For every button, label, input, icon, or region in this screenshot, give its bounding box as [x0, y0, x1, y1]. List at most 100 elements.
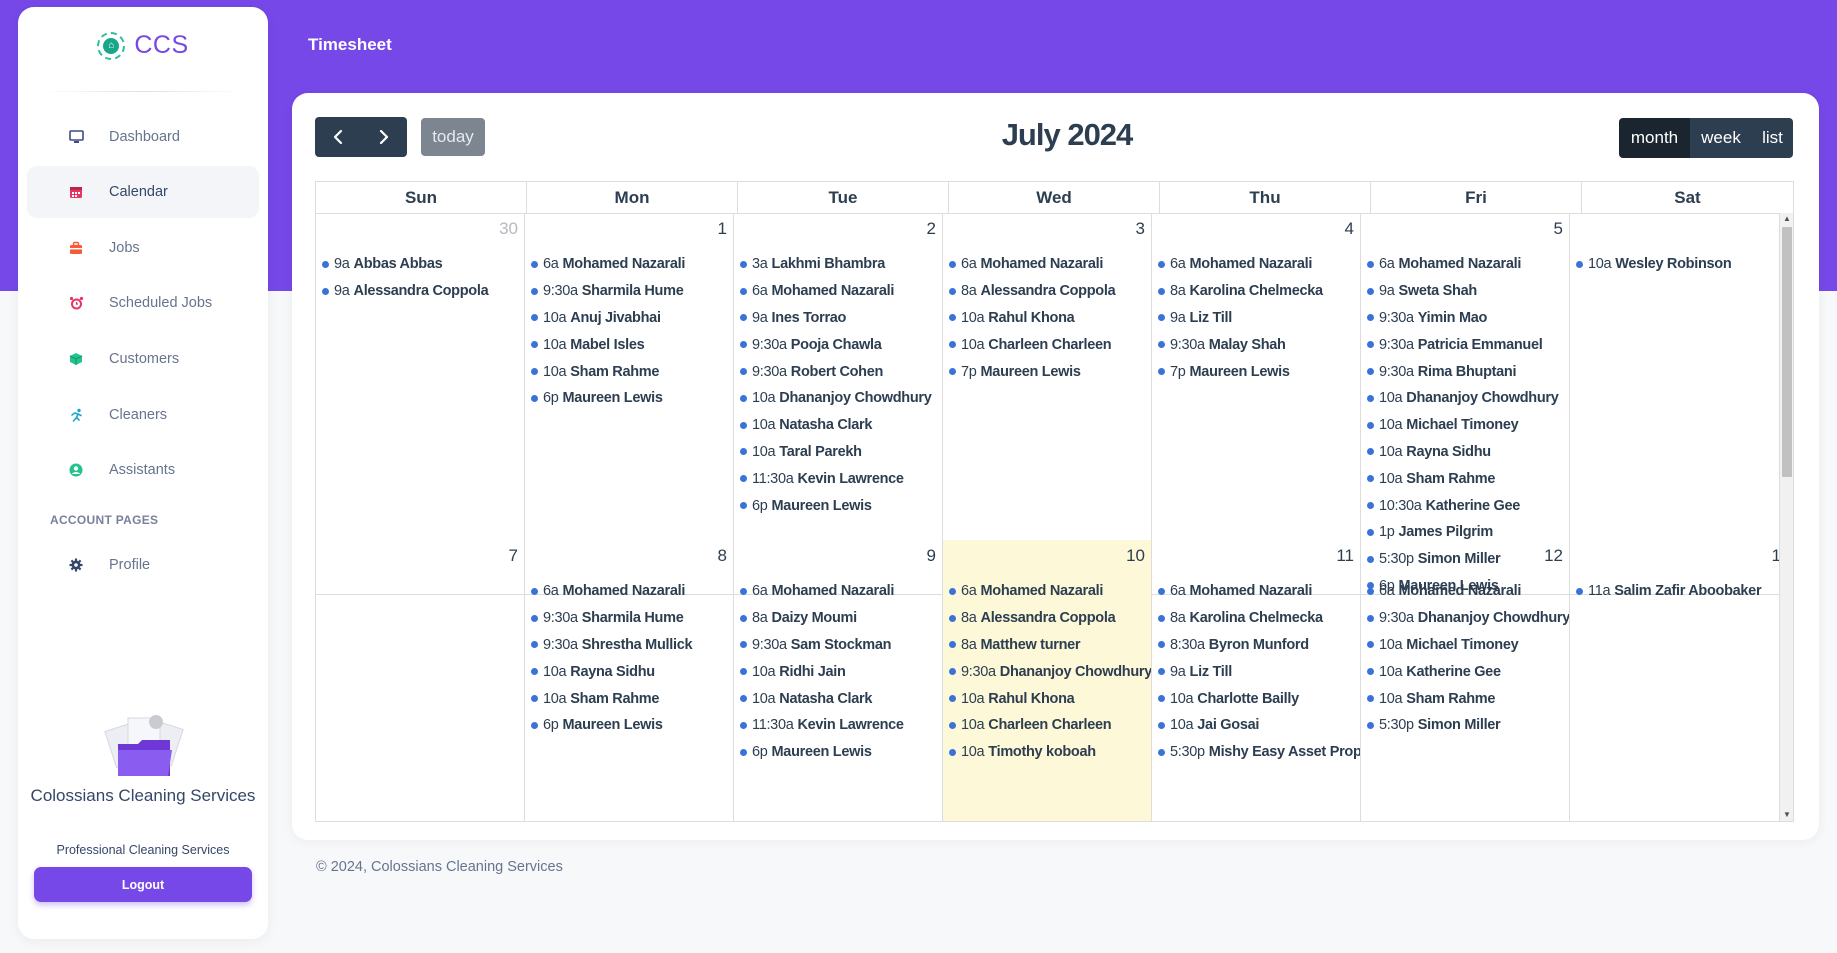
- sidebar-item-dashboard[interactable]: Dashboard: [27, 111, 259, 163]
- day-number[interactable]: 10: [1126, 546, 1145, 566]
- calendar-day-cell[interactable]: 12 6a Mohamed Nazarali 9:30a Dhananjoy Chowd…: [1361, 540, 1570, 821]
- calendar-day-cell[interactable]: 7: [316, 540, 525, 821]
- calendar-event[interactable]: 9:30a Sam Stockman: [740, 632, 942, 659]
- calendar-event[interactable]: 10a Mabel Isles: [531, 331, 733, 358]
- calendar-event[interactable]: 10a Charleen Charleen: [949, 331, 1151, 358]
- calendar-event[interactable]: 9:30a Patricia Emmanuel: [1367, 331, 1569, 358]
- calendar-event[interactable]: 10a Jai Gosai: [1158, 712, 1360, 739]
- calendar-event[interactable]: 10a Wesley Robinson: [1576, 251, 1779, 278]
- calendar-event[interactable]: 10a Natasha Clark: [740, 685, 942, 712]
- calendar-event[interactable]: 10a Dhananjoy Chowdhury: [1367, 385, 1569, 412]
- today-button[interactable]: today: [421, 118, 485, 156]
- calendar-event[interactable]: 10a Rahul Khona: [949, 305, 1151, 332]
- calendar-event[interactable]: 8a Alessandra Coppola: [949, 278, 1151, 305]
- calendar-event[interactable]: 10a Rayna Sidhu: [531, 658, 733, 685]
- calendar-event[interactable]: 10a Charlotte Bailly: [1158, 685, 1360, 712]
- calendar-event[interactable]: 9:30a Sharmila Hume: [531, 605, 733, 632]
- calendar-day-cell[interactable]: 9 6a Mohamed Nazarali 8a Daizy Moumi 9:30a Sam…: [734, 540, 943, 821]
- next-button[interactable]: [361, 117, 407, 157]
- sidebar-item-calendar[interactable]: Calendar: [27, 166, 259, 218]
- calendar-event[interactable]: 10a Sham Rahme: [1367, 685, 1569, 712]
- day-number[interactable]: 7: [509, 546, 518, 566]
- calendar-event[interactable]: 5:30p Simon Miller: [1367, 712, 1569, 739]
- calendar-event[interactable]: 9a Ines Torrao: [740, 305, 942, 332]
- sidebar-item-scheduled-jobs[interactable]: Scheduled Jobs: [27, 277, 259, 329]
- calendar-event[interactable]: 11a Salim Zafir Aboobaker: [1576, 578, 1779, 605]
- calendar-day-cell[interactable]: 8 6a Mohamed Nazarali 9:30a Sharmila Hume 9:3…: [525, 540, 734, 821]
- calendar-event[interactable]: 8:30a Byron Munford: [1158, 632, 1360, 659]
- view-week-button[interactable]: week: [1690, 118, 1752, 158]
- scrollbar-thumb[interactable]: [1782, 227, 1792, 477]
- calendar-event[interactable]: 10a Natasha Clark: [740, 412, 942, 439]
- calendar-event[interactable]: 9a Sweta Shah: [1367, 278, 1569, 305]
- calendar-event[interactable]: 10a Anuj Jivabhai: [531, 305, 733, 332]
- calendar-event[interactable]: 10a Katherine Gee: [1367, 658, 1569, 685]
- day-number[interactable]: 4: [1345, 219, 1354, 239]
- calendar-event[interactable]: 9a Alessandra Coppola: [322, 278, 524, 305]
- calendar-event[interactable]: 9a Liz Till: [1158, 305, 1360, 332]
- calendar-event[interactable]: 9:30a Robert Cohen: [740, 358, 942, 385]
- calendar-event[interactable]: 8a Karolina Chelmecka: [1158, 278, 1360, 305]
- calendar-event[interactable]: 10a Sham Rahme: [1367, 465, 1569, 492]
- calendar-event[interactable]: 10a Michael Timoney: [1367, 632, 1569, 659]
- logout-button[interactable]: Logout: [34, 867, 252, 902]
- calendar-event[interactable]: 9:30a Pooja Chawla: [740, 331, 942, 358]
- calendar-event[interactable]: 9:30a Shrestha Mullick: [531, 632, 733, 659]
- calendar-day-cell[interactable]: 11 6a Mohamed Nazarali 8a Karolina Chelmecka…: [1152, 540, 1361, 821]
- calendar-event[interactable]: 6a Mohamed Nazarali: [949, 251, 1151, 278]
- calendar-event[interactable]: 6a Mohamed Nazarali: [1158, 251, 1360, 278]
- calendar-day-cell[interactable]: 5 6a Mohamed Nazarali 9a Sweta Shah 9:30a Yimi…: [1361, 213, 1570, 594]
- calendar-event[interactable]: 9:30a Dhananjoy Chowdhury: [949, 658, 1151, 685]
- calendar-event[interactable]: 6a Mohamed Nazarali: [531, 578, 733, 605]
- calendar-event[interactable]: 6a Mohamed Nazarali: [1367, 578, 1569, 605]
- calendar-event[interactable]: 6p Maureen Lewis: [531, 385, 733, 412]
- calendar-event[interactable]: 7p Maureen Lewis: [949, 358, 1151, 385]
- calendar-event[interactable]: 6p Maureen Lewis: [740, 739, 942, 766]
- calendar-event[interactable]: 10a Dhananjoy Chowdhury: [740, 385, 942, 412]
- calendar-event[interactable]: 6a Mohamed Nazarali: [740, 278, 942, 305]
- prev-button[interactable]: [315, 117, 361, 157]
- calendar-day-cell-today[interactable]: 10 6a Mohamed Nazarali 8a Alessandra Coppola…: [943, 540, 1152, 821]
- calendar-event[interactable]: 10a Charleen Charleen: [949, 712, 1151, 739]
- calendar-day-cell[interactable]: 4 6a Mohamed Nazarali 8a Karolina Chelmecka 9…: [1152, 213, 1361, 594]
- calendar-event[interactable]: 10a Rahul Khona: [949, 685, 1151, 712]
- calendar-event[interactable]: 6p Maureen Lewis: [531, 712, 733, 739]
- calendar-event[interactable]: 11:30a Kevin Lawrence: [740, 465, 942, 492]
- calendar-event[interactable]: 9:30a Yimin Mao: [1367, 305, 1569, 332]
- calendar-scrollbar[interactable]: ▲ ▼: [1779, 213, 1793, 821]
- calendar-event[interactable]: 6a Mohamed Nazarali: [740, 578, 942, 605]
- sidebar-item-profile[interactable]: Profile: [27, 539, 259, 591]
- calendar-event[interactable]: 9:30a Rima Bhuptani: [1367, 358, 1569, 385]
- calendar-day-cell[interactable]: 2 3a Lakhmi Bhambra 6a Mohamed Nazarali 9a Ine…: [734, 213, 943, 594]
- calendar-event[interactable]: 6a Mohamed Nazarali: [531, 251, 733, 278]
- calendar-day-cell[interactable]: 10a Wesley Robinson: [1570, 213, 1779, 594]
- calendar-event[interactable]: 8a Matthew turner: [949, 632, 1151, 659]
- sidebar-item-cleaners[interactable]: Cleaners: [27, 389, 259, 441]
- calendar-event[interactable]: 10:30a Katherine Gee: [1367, 492, 1569, 519]
- day-number[interactable]: 30: [499, 219, 518, 239]
- calendar-day-cell[interactable]: 1 6a Mohamed Nazarali 9:30a Sharmila Hume 10a…: [525, 213, 734, 594]
- calendar-event[interactable]: 8a Alessandra Coppola: [949, 605, 1151, 632]
- calendar-event[interactable]: 3a Lakhmi Bhambra: [740, 251, 942, 278]
- day-number[interactable]: 3: [1136, 219, 1145, 239]
- day-number[interactable]: 2: [927, 219, 936, 239]
- calendar-event[interactable]: 5:30p Mishy Easy Asset Proper: [1158, 739, 1360, 766]
- day-number[interactable]: 5: [1554, 219, 1563, 239]
- day-number[interactable]: 1: [1772, 546, 1779, 566]
- calendar-event[interactable]: 9:30a Malay Shah: [1158, 331, 1360, 358]
- calendar-day-cell[interactable]: 1 11aSalim Zafir Aboobaker: [1570, 540, 1779, 821]
- day-number[interactable]: 8: [718, 546, 727, 566]
- calendar-event[interactable]: 9a Abbas Abbas: [322, 251, 524, 278]
- calendar-event[interactable]: 6a Mohamed Nazarali: [1367, 251, 1569, 278]
- view-list-button[interactable]: list: [1752, 118, 1793, 158]
- calendar-event[interactable]: 10a Michael Timoney: [1367, 412, 1569, 439]
- view-month-button[interactable]: month: [1619, 118, 1690, 158]
- sidebar-item-assistants[interactable]: Assistants: [27, 444, 259, 496]
- calendar-event[interactable]: 10a Ridhi Jain: [740, 658, 942, 685]
- sidebar-item-customers[interactable]: Customers: [27, 333, 259, 385]
- calendar-event[interactable]: 10a Timothy koboah: [949, 739, 1151, 766]
- calendar-event[interactable]: 11:30a Kevin Lawrence: [740, 712, 942, 739]
- calendar-event[interactable]: 10a Taral Parekh: [740, 439, 942, 466]
- day-number[interactable]: 11: [1336, 546, 1354, 566]
- calendar-event[interactable]: 8a Daizy Moumi: [740, 605, 942, 632]
